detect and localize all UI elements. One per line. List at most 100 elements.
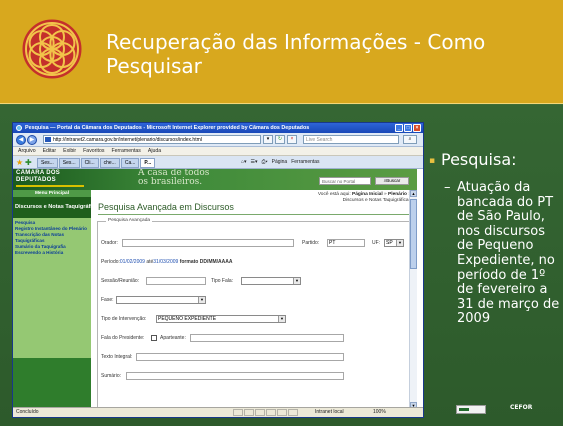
slogan-line2: os brasileiros. bbox=[138, 177, 203, 187]
periodo-from-input[interactable]: 01/02/2009 bbox=[120, 259, 145, 265]
menu-exibir[interactable]: Exibir bbox=[63, 147, 76, 155]
status-text: Concluído bbox=[16, 409, 39, 415]
tipo-fala-label: Tipo Fala: bbox=[211, 278, 234, 284]
tab-3[interactable]: Cli... bbox=[80, 158, 99, 168]
bullet-marker-icon: ▪ bbox=[429, 156, 436, 166]
breadcrumb-home[interactable]: Página Inicial bbox=[352, 192, 383, 197]
status-cell bbox=[255, 409, 265, 416]
feeds-icon[interactable]: ☰▾ bbox=[251, 158, 258, 167]
chevron-down-icon: ▼ bbox=[280, 316, 284, 321]
breadcrumb: Você está aqui: Página Inicial » Plenári… bbox=[318, 192, 411, 204]
fala-presidente-label: Fala do Presidente: bbox=[101, 335, 145, 341]
tipo-fala-select[interactable]: ▼ bbox=[241, 277, 301, 285]
dash-icon: – bbox=[444, 180, 451, 195]
search-icon[interactable]: ⌕ bbox=[403, 135, 417, 144]
status-bar: Concluído Intranet local 100% bbox=[13, 407, 423, 417]
tipo-intervencao-label: Tipo de Intervenção: bbox=[101, 316, 147, 322]
bullet-main-text: Pesquisa: bbox=[441, 150, 517, 169]
site-search-input[interactable]: Buscar no Portal bbox=[319, 177, 371, 185]
tab-4[interactable]: che... bbox=[99, 158, 120, 168]
command-bar: ⌂▾ ☰▾ ⎙▾ Página Ferramentas bbox=[241, 158, 320, 167]
flower-of-life-logo-icon bbox=[22, 19, 82, 79]
live-search-input[interactable]: Live Search bbox=[303, 135, 399, 144]
minimize-button[interactable]: _ bbox=[395, 124, 403, 132]
sumario-input[interactable] bbox=[126, 372, 344, 380]
texto-integral-input[interactable] bbox=[136, 353, 344, 361]
aparteante-label: Aparteante: bbox=[160, 335, 186, 341]
home-icon[interactable]: ⌂▾ bbox=[241, 158, 247, 167]
menu-ajuda[interactable]: Ajuda bbox=[148, 147, 161, 155]
aparteante-input[interactable] bbox=[190, 334, 344, 342]
status-cell bbox=[244, 409, 254, 416]
tab-2[interactable]: Ses... bbox=[58, 158, 80, 168]
status-cell bbox=[266, 409, 276, 416]
menu-bar: Arquivo Editar Exibir Favoritos Ferramen… bbox=[13, 147, 423, 156]
sessao-input[interactable] bbox=[146, 277, 206, 285]
menu-ferramentas[interactable]: Ferramentas bbox=[111, 147, 140, 155]
tipo-intervencao-select[interactable]: PEQUENO EXPEDIENTE ▼ bbox=[156, 315, 286, 323]
uf-label: UF: bbox=[372, 240, 381, 246]
periodo-to-input[interactable]: 31/03/2009 bbox=[153, 259, 178, 265]
menu-arquivo[interactable]: Arquivo bbox=[18, 147, 36, 155]
menu-editar[interactable]: Editar bbox=[43, 147, 57, 155]
scroll-thumb[interactable] bbox=[410, 199, 417, 269]
fala-presidente-checkbox[interactable] bbox=[151, 335, 157, 341]
nav-link-transcricao[interactable]: Transcrição das Notas Taquigráficas bbox=[15, 232, 89, 244]
favorites-star-icon[interactable]: ★ bbox=[16, 158, 23, 167]
fase-select[interactable]: ▼ bbox=[116, 296, 206, 304]
tab-5[interactable]: Ca... bbox=[120, 158, 140, 168]
tools-menu[interactable]: Ferramentas bbox=[291, 158, 319, 167]
back-button[interactable]: ◀ bbox=[16, 135, 26, 145]
site-slogan: A casa de todos os brasileiros. bbox=[138, 169, 209, 187]
periodo-label: Período: bbox=[101, 259, 120, 265]
stop-icon[interactable]: × bbox=[287, 135, 297, 144]
periodo-field: Período:01/02/2009 até31/03/2009 formato… bbox=[101, 258, 232, 266]
address-input[interactable]: http://intranet2.camara.gov.br/internet/… bbox=[43, 135, 261, 144]
menu-principal[interactable]: Menu Principal bbox=[13, 190, 91, 197]
uf-select-value: SP bbox=[386, 240, 393, 246]
window-title: Pesquisa — Portal da Câmara dos Deputado… bbox=[25, 125, 310, 131]
nav-link-historia[interactable]: Escrevendo a História bbox=[15, 250, 89, 256]
sessao-label: Sessão/Reunião: bbox=[101, 278, 140, 284]
address-dropdown-button[interactable]: ▾ bbox=[263, 135, 273, 144]
breadcrumb-separator: » bbox=[384, 192, 387, 197]
left-nav: Menu Principal Discursos e Notas Taquigr… bbox=[13, 190, 101, 409]
add-favorite-icon[interactable]: ✚ bbox=[25, 158, 32, 167]
page-menu[interactable]: Página bbox=[272, 158, 288, 167]
fase-label: Fase: bbox=[101, 297, 114, 303]
tab-bar: ★ ✚ Ses... Ses... Cli... che... Ca... P.… bbox=[13, 156, 423, 169]
vertical-scrollbar[interactable]: ▲ ▼ bbox=[409, 190, 417, 409]
orador-label: Orador: bbox=[101, 240, 118, 246]
maximize-button[interactable]: □ bbox=[404, 124, 412, 132]
tab-list: Ses... Ses... Cli... che... Ca... P... bbox=[37, 158, 156, 168]
uf-select[interactable]: SP ▼ bbox=[384, 239, 404, 247]
scroll-up-icon[interactable]: ▲ bbox=[410, 190, 417, 197]
refresh-icon[interactable]: ↻ bbox=[275, 135, 285, 144]
camara-logo[interactable]: CÂMARA DOS DEPUTADOS bbox=[16, 170, 86, 189]
browser-titlebar: Pesquisa — Portal da Câmara dos Deputado… bbox=[13, 123, 423, 133]
orador-input[interactable] bbox=[122, 239, 294, 247]
nav-links: Pesquisa Registro Instantâneo do Plenári… bbox=[13, 218, 91, 358]
texto-integral-label: Texto Integral: bbox=[101, 354, 133, 360]
status-cell bbox=[288, 409, 298, 416]
tab-active[interactable]: P... bbox=[140, 158, 156, 168]
close-button[interactable]: × bbox=[413, 124, 421, 132]
security-zone[interactable]: Intranet local bbox=[315, 408, 344, 417]
slide-title: Recuperação das Informações - Como Pesqu… bbox=[106, 30, 486, 78]
nav-section-title: Discursos e Notas Taquigráficas bbox=[13, 197, 101, 218]
zoom-level[interactable]: 100% bbox=[373, 408, 386, 417]
forward-button[interactable]: ▶ bbox=[27, 135, 37, 145]
print-icon[interactable]: ⎙▾ bbox=[262, 158, 268, 167]
menu-favoritos[interactable]: Favoritos bbox=[83, 147, 104, 155]
partido-input[interactable]: PT bbox=[327, 239, 365, 247]
ie-logo-icon bbox=[16, 125, 22, 131]
address-text: http://intranet2.camara.gov.br/internet/… bbox=[53, 137, 202, 143]
bullet-sub-text: Atuação da bancada do PT de São Paulo, n… bbox=[457, 180, 560, 327]
site-search-button[interactable]: ⌕Buscar bbox=[375, 177, 409, 185]
tab-1[interactable]: Ses... bbox=[37, 158, 58, 168]
browser-window: Pesquisa — Portal da Câmara dos Deputado… bbox=[12, 122, 424, 418]
breadcrumb-plenario[interactable]: Plenário bbox=[388, 192, 407, 197]
slide-header: Recuperação das Informações - Como Pesqu… bbox=[0, 0, 563, 104]
logo-line2: DEPUTADOS bbox=[16, 177, 56, 183]
footer-logo-right: CEFOR bbox=[510, 404, 532, 412]
